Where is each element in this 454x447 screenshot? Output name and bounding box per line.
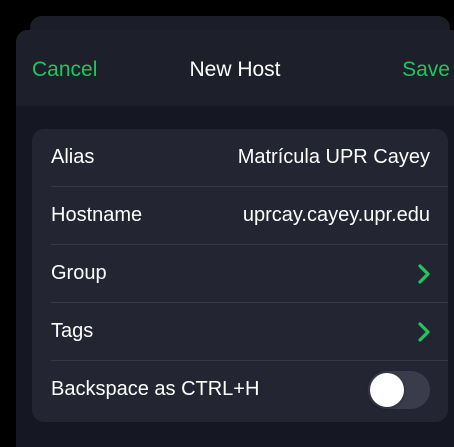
backspace-toggle[interactable]: [368, 371, 430, 409]
new-host-sheet: Cancel New Host Save Alias Matrícula UPR…: [16, 30, 454, 447]
backspace-label: Backspace as CTRL+H: [51, 378, 260, 400]
toggle-knob: [370, 373, 404, 407]
backspace-row: Backspace as CTRL+H: [32, 361, 448, 419]
alias-row[interactable]: Alias Matrícula UPR Cayey: [32, 129, 448, 187]
tags-row[interactable]: Tags: [32, 303, 448, 361]
page-title: New Host: [189, 58, 281, 81]
hostname-row[interactable]: Hostname uprcay.cayey.upr.edu: [32, 187, 448, 245]
save-button[interactable]: Save: [402, 58, 450, 82]
tags-label: Tags: [51, 320, 94, 342]
hostname-field[interactable]: uprcay.cayey.upr.edu: [243, 204, 430, 227]
hostname-label: Hostname: [51, 204, 143, 226]
group-row[interactable]: Group: [32, 245, 448, 303]
alias-label: Alias: [51, 146, 95, 168]
chevron-right-icon[interactable]: [414, 321, 434, 343]
group-label: Group: [51, 262, 107, 284]
alias-field[interactable]: Matrícula UPR Cayey: [238, 146, 430, 169]
form-content: Alias Matrícula UPR Cayey Hostname uprca…: [16, 106, 454, 447]
host-settings-group: Alias Matrícula UPR Cayey Hostname uprca…: [32, 129, 448, 422]
chevron-right-icon[interactable]: [414, 263, 434, 285]
navigation-bar: Cancel New Host Save: [16, 30, 454, 106]
